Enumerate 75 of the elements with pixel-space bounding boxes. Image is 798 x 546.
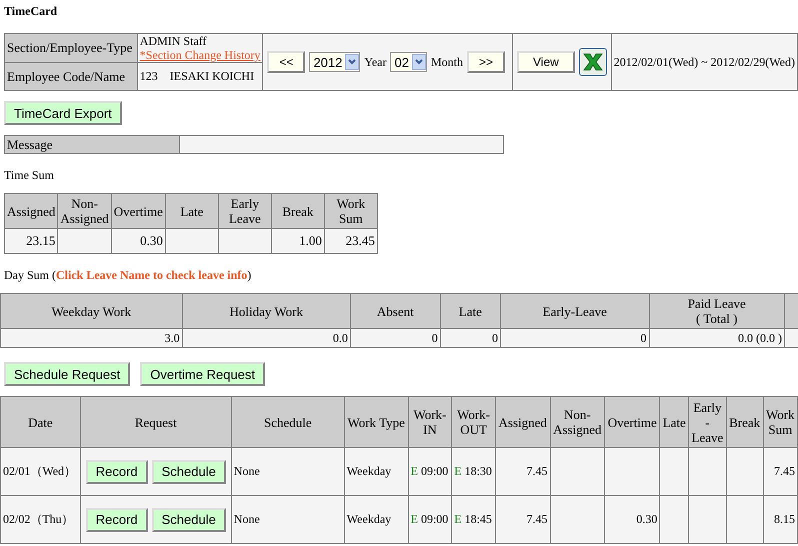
previous-button[interactable]: <<	[267, 51, 306, 73]
section-label: Time Sum	[4, 168, 55, 183]
table-cell: 8.15	[763, 496, 798, 544]
request-button[interactable]: Schedule Request	[4, 362, 130, 386]
table-cell: 23.15	[4, 228, 58, 254]
time-cell: E 18:45	[452, 496, 496, 544]
employee-name: 123 IESAKI KOICHI	[137, 62, 263, 90]
request-button[interactable]: Record	[86, 508, 148, 532]
request-button[interactable]: Schedule	[152, 508, 226, 532]
table-cell: 7.45	[763, 448, 798, 496]
table-cell: 0.30	[604, 496, 660, 544]
page-title: TimeCard	[4, 4, 58, 19]
section-label: Day Sum (Click Leave Name to check leave info)	[4, 268, 252, 283]
table-cell: 1.00	[271, 228, 324, 254]
table-cell: 0.0 (0.0 )	[649, 328, 784, 348]
table-cell: None	[231, 496, 344, 544]
column-header: Assigned	[495, 396, 550, 448]
column-header: Overtime	[604, 396, 660, 448]
column-header: Paid Leave ( Total )	[649, 294, 784, 328]
date-cell: 02/01（Wed）	[0, 448, 80, 496]
column-header: Weekday Work	[0, 294, 182, 328]
column-header: Request	[80, 396, 232, 448]
month-dropdown[interactable]: 02	[390, 52, 427, 72]
date-cell: 02/02（Thu）	[0, 496, 80, 544]
field-label: Employee Code/Name	[4, 62, 138, 90]
column-header: Non- Assigned	[58, 194, 112, 228]
table-cell: Weekday	[344, 448, 408, 496]
column-header: Overtime	[111, 194, 166, 228]
column-header: Work Sum	[324, 194, 378, 228]
table-cell: Weekday	[344, 496, 408, 544]
column-header: Late	[165, 194, 218, 228]
table-cell: 0	[440, 328, 500, 348]
view-button[interactable]: View	[516, 51, 575, 73]
column-header: Early - Leave	[688, 396, 726, 448]
next-button[interactable]: >>	[466, 51, 505, 73]
column-header: Non- Assigned	[550, 396, 605, 448]
date-range: 2012/02/01(Wed) ~ 2012/02/29(Wed)	[611, 34, 798, 90]
year-dropdown[interactable]: 2012	[309, 52, 360, 72]
column-header: Break	[271, 194, 324, 228]
export-button[interactable]: TimeCard Export	[4, 101, 122, 125]
column-header: Early Leave	[218, 194, 272, 228]
year-label: Year	[364, 54, 386, 70]
request-button[interactable]: Schedule	[152, 460, 226, 484]
column-header: Holiday Work	[182, 294, 350, 328]
column-header: Work Type	[344, 396, 408, 448]
column-header: Late	[440, 294, 500, 328]
table-cell: 0.30	[111, 228, 166, 254]
column-header: Date	[0, 396, 80, 448]
table-cell: 0.0	[182, 328, 350, 348]
column-header: Work- IN	[408, 396, 452, 448]
time-cell: E 09:00	[408, 496, 452, 544]
column-header: Absent	[350, 294, 440, 328]
month-label: Month	[430, 54, 463, 70]
table-cell: 3.0	[0, 328, 182, 348]
column-header: Break	[726, 396, 764, 448]
section-value: ADMIN Staff	[140, 34, 208, 48]
table-cell: 23.45	[324, 228, 378, 254]
table-cell: 0	[500, 328, 650, 348]
request-button[interactable]: Record	[86, 460, 148, 484]
time-cell: E 18:30	[452, 448, 496, 496]
time-cell: E 09:00	[408, 448, 452, 496]
message-label: Message	[4, 136, 180, 154]
table-cell: 7.45	[495, 448, 550, 496]
column-header: Late	[660, 396, 689, 448]
column-header: Early-Leave	[500, 294, 650, 328]
excel-icon[interactable]	[578, 48, 607, 76]
column-header: Work- OUT	[452, 396, 496, 448]
table-cell: 0	[350, 328, 440, 348]
field-label: Section/Employee-Type	[4, 34, 138, 62]
table-cell: None	[231, 448, 344, 496]
request-button[interactable]: Overtime Request	[140, 362, 266, 386]
column-header: Work Sum	[763, 396, 798, 448]
table-cell: 7.45	[495, 496, 550, 544]
column-header: Schedule	[231, 396, 344, 448]
column-header: Assigned	[4, 194, 58, 228]
